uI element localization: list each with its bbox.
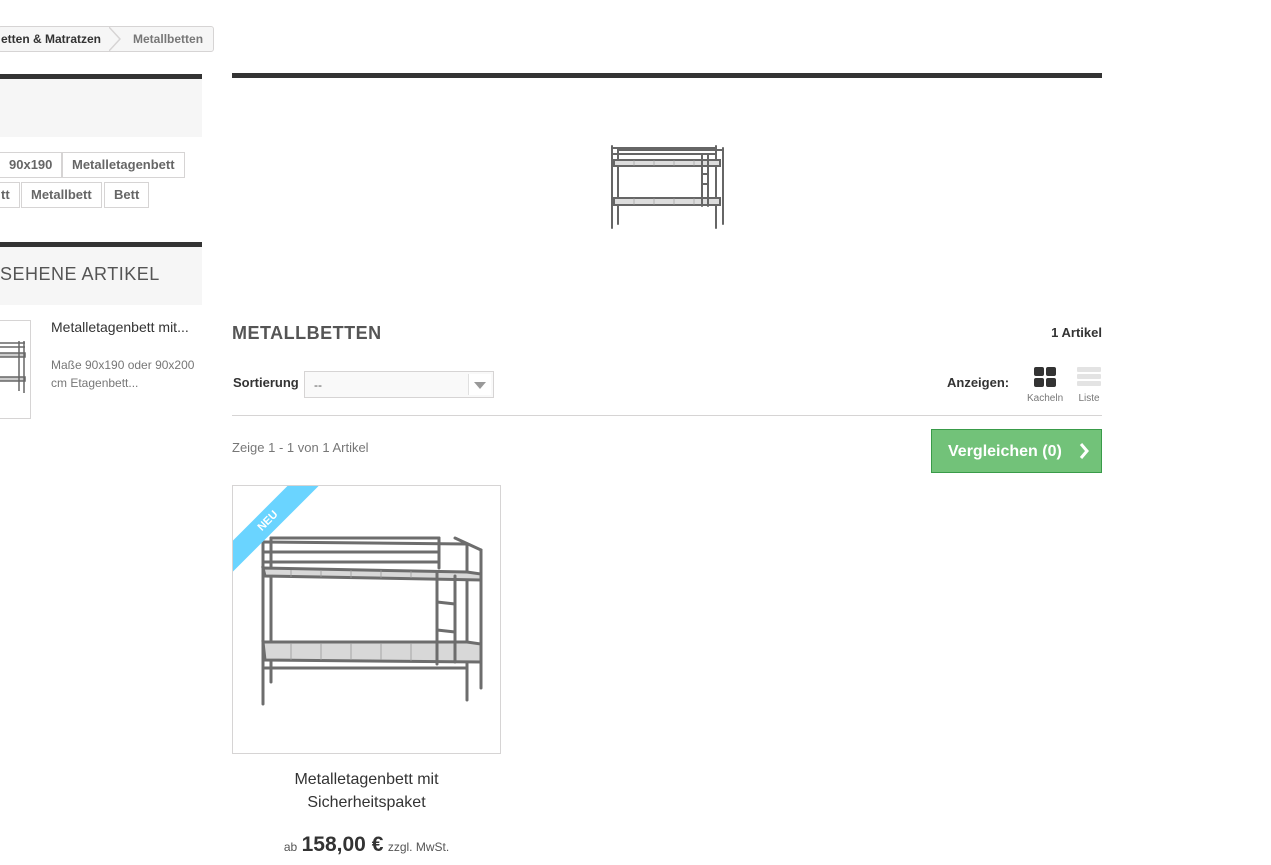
product-name-line-1: Metalletagenbett mit	[294, 771, 439, 788]
view-list-button[interactable]: Liste	[1076, 366, 1102, 404]
compare-button-label: Vergleichen (0)	[948, 443, 1062, 460]
viewed-product-thumbnail[interactable]	[0, 320, 31, 419]
category-image	[604, 140, 730, 234]
breadcrumb-item-metallbetten: Metallbetten	[133, 32, 204, 46]
product-name-link[interactable]: Metalletagenbett mit Sicherheitspaket	[232, 768, 501, 814]
results-summary: Zeige 1 - 1 von 1 Artikel	[232, 440, 369, 455]
tax-note: zzgl. MwSt.	[387, 840, 450, 854]
grid-icon	[1034, 367, 1057, 387]
divider	[232, 415, 1102, 416]
category-top-bar	[232, 73, 1102, 78]
chevron-down-icon[interactable]	[468, 374, 491, 395]
viewed-products-heading: SEHENE ARTIKEL	[0, 264, 160, 284]
view-grid-label: Kacheln	[1027, 393, 1064, 404]
chevron-right-icon	[1079, 430, 1089, 489]
price-prefix: ab	[283, 840, 298, 854]
tag-bett-partial[interactable]: tt	[0, 182, 20, 208]
tag-metallbett[interactable]: Metallbett	[21, 182, 102, 208]
tag-metalletagenbett[interactable]: Metalletagenbett	[62, 152, 185, 178]
breadcrumb-separator	[108, 26, 131, 52]
list-icon	[1077, 367, 1101, 386]
viewed-products-block: SEHENE ARTIKEL	[0, 242, 202, 305]
tag-bett[interactable]: Bett	[104, 182, 150, 208]
tag-90x190[interactable]: 90x190	[0, 152, 63, 178]
sort-select-value: --	[314, 378, 322, 392]
viewed-product-description: Maße 90x190 oder 90x200 cm Etagenbett...	[51, 358, 195, 390]
bunk-bed-image	[611, 145, 724, 229]
product-image-link[interactable]: NEU	[232, 485, 501, 754]
view-label: Anzeigen:	[947, 375, 1010, 390]
compare-button[interactable]: Vergleichen (0)	[931, 429, 1102, 473]
sidebar-block-header	[0, 74, 202, 137]
sort-select[interactable]: --	[304, 371, 494, 398]
category-title: METALLBETTEN	[232, 323, 382, 343]
view-grid-button[interactable]: Kacheln	[1027, 366, 1063, 404]
product-price-row: ab 158,00 € zzgl. MwSt.	[232, 833, 501, 857]
bunk-bed-image	[0, 341, 26, 393]
breadcrumb: etten & Matratzen Metallbetten	[0, 26, 215, 52]
sort-label: Sortierung	[233, 375, 299, 390]
viewed-product-title[interactable]: Metalletagenbett mit...	[51, 319, 189, 335]
view-list-label: Liste	[1078, 393, 1100, 404]
product-count: 1 Artikel	[1051, 325, 1102, 340]
bunk-bed-image	[261, 536, 483, 706]
breadcrumb-item-betten-matratzen[interactable]: etten & Matratzen	[0, 27, 117, 51]
product-name-line-2: Sicherheitspaket	[307, 794, 426, 811]
product-price: 158,00 €	[301, 833, 384, 856]
